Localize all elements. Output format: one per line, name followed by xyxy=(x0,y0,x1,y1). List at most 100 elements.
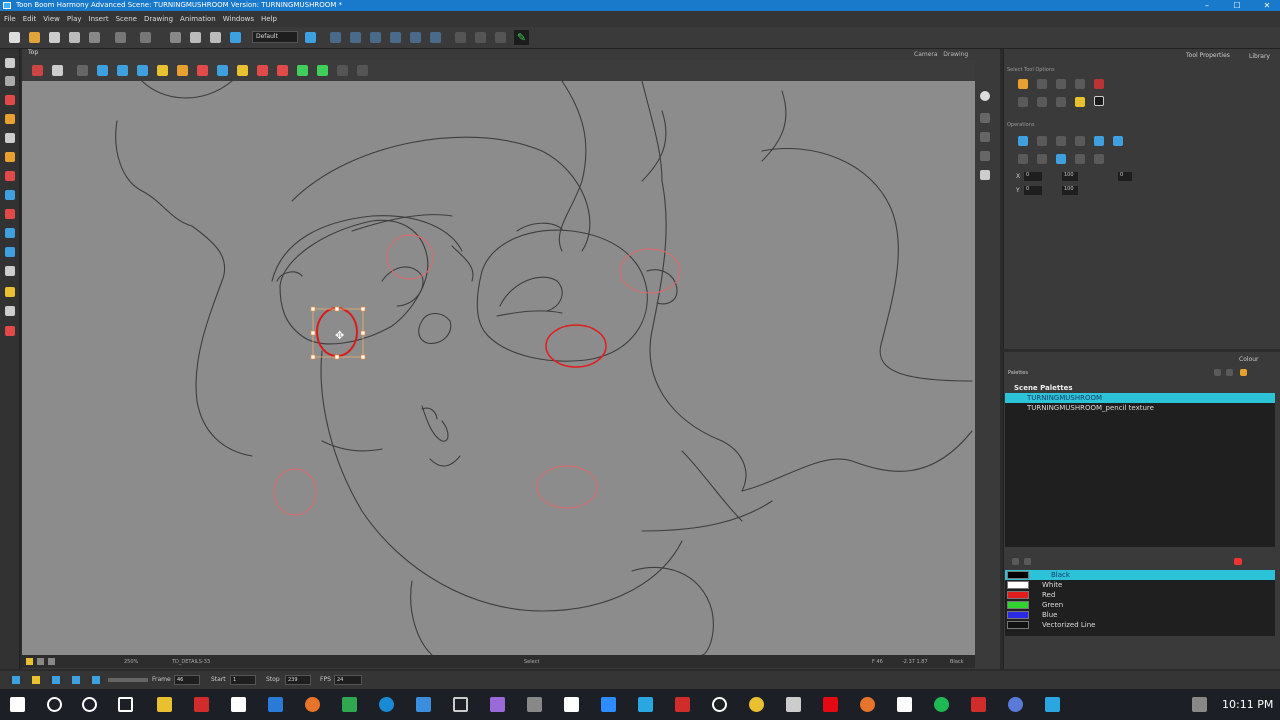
redo-icon[interactable] xyxy=(140,32,151,43)
rotate-view-icon[interactable] xyxy=(5,326,15,336)
select-strokes-icon[interactable] xyxy=(1056,97,1066,107)
app-icon-red2[interactable] xyxy=(971,697,986,712)
add-palette-icon[interactable] xyxy=(1214,369,1221,376)
x-field[interactable]: 0 xyxy=(1024,172,1042,181)
paste-icon[interactable] xyxy=(210,32,221,43)
remove-palette-icon[interactable] xyxy=(1226,369,1233,376)
menu-drawing[interactable]: Drawing xyxy=(144,15,173,23)
y-field[interactable]: 0 xyxy=(1024,186,1042,195)
delete-icon[interactable] xyxy=(230,32,241,43)
merge-icon[interactable] xyxy=(1094,154,1104,164)
height-field[interactable]: 100 xyxy=(1062,186,1078,195)
document-icon[interactable] xyxy=(897,697,912,712)
spotify-icon[interactable] xyxy=(934,697,949,712)
select-tool-icon[interactable] xyxy=(5,58,15,68)
zoom-out-icon[interactable] xyxy=(980,132,990,142)
smooth-op-icon[interactable] xyxy=(1094,136,1104,146)
rotate-cw-icon[interactable] xyxy=(980,151,990,161)
line-art-icon[interactable] xyxy=(317,65,328,76)
overlay-icon[interactable] xyxy=(357,65,368,76)
play-icon[interactable] xyxy=(32,676,40,684)
swatch-item[interactable]: White xyxy=(1005,580,1275,590)
palette-item[interactable]: TURNINGMUSHROOM xyxy=(1005,393,1275,403)
drawing-canvas[interactable]: ✥ xyxy=(22,81,975,655)
flip-v-icon[interactable] xyxy=(1037,136,1047,146)
start-field[interactable]: 1 xyxy=(230,675,256,685)
smooth-icon[interactable] xyxy=(217,65,228,76)
import-icon[interactable] xyxy=(89,32,100,43)
flip-horizontal-icon[interactable] xyxy=(117,65,128,76)
morph-icon[interactable] xyxy=(455,32,466,43)
pen-app-icon[interactable] xyxy=(490,697,505,712)
firefox-icon[interactable] xyxy=(305,697,320,712)
app-icon-purple[interactable] xyxy=(1008,697,1023,712)
colour-swatch-icon[interactable] xyxy=(1234,558,1242,565)
obs-icon[interactable] xyxy=(712,697,727,712)
flatten-icon[interactable] xyxy=(97,65,108,76)
workspace-select[interactable]: Default xyxy=(252,31,298,43)
fps-field[interactable]: 24 xyxy=(334,675,362,685)
first-frame-icon[interactable] xyxy=(12,676,20,684)
app-icon-outline[interactable] xyxy=(453,697,468,712)
notepad-icon[interactable] xyxy=(564,697,579,712)
search-icon[interactable] xyxy=(47,697,62,712)
menu-insert[interactable]: Insert xyxy=(89,15,109,23)
pen-settings-icon[interactable] xyxy=(1192,697,1207,712)
sticky-icon[interactable] xyxy=(1094,96,1104,106)
add-colour-icon[interactable] xyxy=(1012,558,1019,565)
spline-offset-icon[interactable] xyxy=(430,32,441,43)
rotate-cw-op-icon[interactable] xyxy=(1075,136,1085,146)
settings-icon[interactable] xyxy=(52,65,63,76)
clock[interactable]: 10:11 PM xyxy=(1222,698,1273,711)
grid-icon[interactable] xyxy=(77,65,88,76)
select-by-colour-icon[interactable] xyxy=(1075,79,1085,89)
chrome-icon[interactable] xyxy=(749,697,764,712)
acrobat-icon[interactable] xyxy=(675,697,690,712)
works-on-single-drawing-icon[interactable] xyxy=(1037,79,1047,89)
maximize-button[interactable]: ☐ xyxy=(1222,0,1252,11)
store-icon[interactable] xyxy=(231,697,246,712)
tab-camera[interactable]: Camera xyxy=(914,51,938,58)
playback-speed-slider[interactable] xyxy=(108,678,148,682)
select-all-icon[interactable] xyxy=(1075,97,1085,107)
menu-file[interactable]: File xyxy=(4,15,16,23)
select-icon[interactable] xyxy=(32,65,43,76)
edge-icon[interactable] xyxy=(379,697,394,712)
brush-tool-icon[interactable] xyxy=(5,95,15,105)
palette-item[interactable]: TURNINGMUSHROOM_pencil texture xyxy=(1005,403,1275,413)
permanent-selection-icon[interactable] xyxy=(1056,79,1066,89)
text-tool-icon[interactable] xyxy=(5,133,15,143)
hand-tool-icon[interactable] xyxy=(5,266,15,276)
menu-windows[interactable]: Windows xyxy=(223,15,254,23)
view-tab-top[interactable]: Top xyxy=(28,49,38,59)
app-icon-green[interactable] xyxy=(342,697,357,712)
swatch-item[interactable]: Blue xyxy=(1005,610,1275,620)
menu-edit[interactable]: Edit xyxy=(23,15,37,23)
windows-start-icon[interactable] xyxy=(10,697,25,712)
scale-icon[interactable] xyxy=(370,32,381,43)
angle-field[interactable]: 0 xyxy=(1118,172,1132,181)
create-colour-art-icon[interactable] xyxy=(1037,154,1047,164)
ink-tool-icon[interactable] xyxy=(5,247,15,257)
task-view-icon[interactable] xyxy=(118,697,133,712)
optimize-icon[interactable] xyxy=(237,65,248,76)
remove-art-icon[interactable] xyxy=(277,65,288,76)
pencil-to-brush-icon[interactable] xyxy=(197,65,208,76)
skew-icon[interactable] xyxy=(390,32,401,43)
light-table-icon[interactable] xyxy=(26,658,33,665)
harmony-active-icon[interactable] xyxy=(1045,697,1060,712)
cut-lines-icon[interactable] xyxy=(257,65,268,76)
frame-field[interactable]: 46 xyxy=(174,675,200,685)
tab-tool-properties[interactable]: Tool Properties xyxy=(1186,52,1230,59)
menu-help[interactable]: Help xyxy=(261,15,277,23)
workspace-manager-icon[interactable] xyxy=(305,32,316,43)
menu-scene[interactable]: Scene xyxy=(116,15,137,23)
save-icon[interactable] xyxy=(49,32,60,43)
swatch-item[interactable]: Green xyxy=(1005,600,1275,610)
distribute-icon[interactable] xyxy=(1075,154,1085,164)
snap-icon[interactable] xyxy=(1094,79,1104,89)
copy-icon[interactable] xyxy=(190,32,201,43)
sound-icon[interactable] xyxy=(72,676,80,684)
remove-colour-icon[interactable] xyxy=(1024,558,1031,565)
close-button[interactable]: ✕ xyxy=(1252,0,1280,11)
